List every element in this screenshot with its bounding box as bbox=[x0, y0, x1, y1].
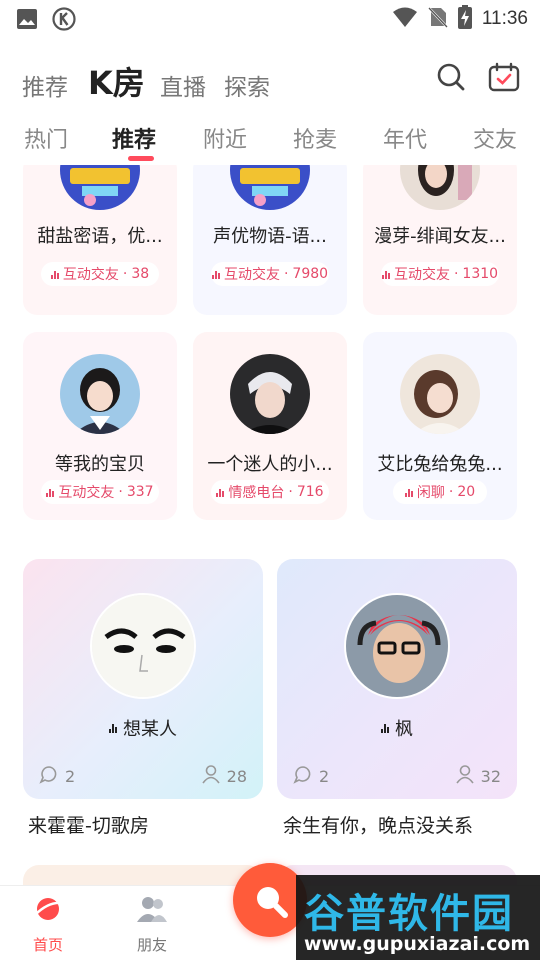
featured-room-title[interactable]: 来霍霍-切歌房 bbox=[28, 811, 149, 838]
planet-icon bbox=[32, 898, 64, 928]
tab-live[interactable]: 直播 bbox=[160, 68, 206, 102]
nav-friends-label: 朋友 bbox=[136, 936, 167, 954]
calendar-check-icon[interactable] bbox=[488, 62, 520, 96]
audio-bars-icon bbox=[404, 487, 413, 497]
room-title: 漫芽-绯闻女友... bbox=[374, 226, 506, 247]
featured-room-title[interactable]: 余生有你，晚点没关系 bbox=[283, 811, 473, 838]
k-app-icon bbox=[52, 7, 76, 35]
room-title: 艾比兔给兔兔... bbox=[377, 454, 503, 475]
subtab-hot[interactable]: 热门 bbox=[24, 122, 68, 154]
featured-room-card[interactable] bbox=[23, 865, 263, 885]
audio-bars-icon bbox=[50, 269, 59, 279]
status-bar: 11:36 bbox=[0, 0, 540, 38]
friends-icon bbox=[135, 897, 169, 928]
host-name: 枫 bbox=[277, 715, 517, 741]
battery-charging-icon bbox=[457, 5, 472, 33]
room-tag: 互动交友 · 1310 bbox=[381, 262, 499, 286]
room-title: 一个迷人的小... bbox=[207, 454, 333, 475]
audio-bars-icon bbox=[46, 487, 55, 497]
host-avatar bbox=[90, 593, 196, 699]
tab-k-room[interactable]: K房 bbox=[88, 58, 145, 104]
comment-count: 2 bbox=[293, 764, 329, 788]
featured-room-card[interactable]: 枫 2 32 bbox=[277, 559, 517, 799]
room-title: 甜盐密语，优... bbox=[37, 226, 163, 247]
comment-count: 2 bbox=[39, 764, 75, 788]
room-avatar bbox=[400, 165, 480, 210]
host-avatar bbox=[344, 593, 450, 699]
person-icon bbox=[201, 764, 221, 788]
nav-friends[interactable]: 朋友 bbox=[122, 894, 182, 955]
no-sim-icon bbox=[427, 6, 448, 32]
room-avatar bbox=[230, 354, 310, 434]
wifi-icon bbox=[392, 6, 418, 32]
room-card[interactable]: 一个迷人的小... 情感电台 · 716 bbox=[193, 332, 347, 520]
featured-room-card[interactable]: 想某人 2 28 bbox=[23, 559, 263, 799]
chat-bubble-icon bbox=[39, 764, 59, 788]
host-name: 想某人 bbox=[23, 715, 263, 741]
room-tag: 互动交友 · 337 bbox=[41, 480, 159, 504]
image-icon bbox=[16, 8, 38, 34]
watermark-title: 谷普软件园 bbox=[304, 891, 514, 937]
audio-bars-icon bbox=[216, 487, 225, 497]
chat-bubble-icon bbox=[293, 764, 313, 788]
subtab-nearby[interactable]: 附近 bbox=[203, 122, 247, 154]
active-tab-indicator bbox=[128, 156, 154, 161]
room-avatar bbox=[60, 354, 140, 434]
audio-bars-icon bbox=[109, 723, 117, 733]
room-card[interactable]: 等我的宝贝 互动交友 · 337 bbox=[23, 332, 177, 520]
room-tag: 闲聊 · 20 bbox=[393, 480, 487, 504]
sub-tabs: 热门 推荐 附近 抢麦 年代 交友 bbox=[0, 118, 540, 164]
room-avatar bbox=[60, 165, 140, 210]
room-title: 声优物语-语... bbox=[213, 226, 327, 247]
room-tag: 互动交友 · 7980 bbox=[211, 262, 329, 286]
watermark: 谷普软件园 www.gupuxiazai.com bbox=[296, 875, 540, 960]
audio-bars-icon bbox=[381, 269, 390, 279]
person-icon bbox=[455, 764, 475, 788]
nav-home-label: 首页 bbox=[32, 936, 63, 954]
subtab-grab-mic[interactable]: 抢麦 bbox=[293, 122, 337, 154]
room-avatar bbox=[230, 165, 310, 210]
tab-recommend[interactable]: 推荐 bbox=[22, 68, 68, 102]
room-card[interactable]: 漫芽-绯闻女友... 互动交友 · 1310 bbox=[363, 165, 517, 315]
room-title: 等我的宝贝 bbox=[55, 454, 145, 475]
audio-bars-icon bbox=[381, 723, 389, 733]
room-card[interactable]: 声优物语-语... 互动交友 · 7980 bbox=[193, 165, 347, 315]
subtab-friends[interactable]: 交友 bbox=[473, 122, 517, 154]
watermark-url: www.gupuxiazai.com bbox=[304, 933, 531, 955]
room-tag: 情感电台 · 716 bbox=[211, 480, 329, 504]
clock: 11:36 bbox=[481, 8, 528, 29]
room-card[interactable]: 艾比兔给兔兔... 闲聊 · 20 bbox=[363, 332, 517, 520]
listener-count: 32 bbox=[455, 764, 501, 788]
search-icon[interactable] bbox=[436, 62, 466, 96]
room-tag: 互动交友 · 38 bbox=[41, 262, 159, 286]
room-card[interactable]: 甜盐密语，优... 互动交友 · 38 bbox=[23, 165, 177, 315]
room-feed[interactable]: 甜盐密语，优... 互动交友 · 38 声优物语-语... 互动交友 · 7980 漫芽… bbox=[0, 165, 540, 885]
room-avatar bbox=[400, 354, 480, 434]
nav-home[interactable]: 首页 bbox=[18, 894, 78, 955]
audio-bars-icon bbox=[211, 269, 220, 279]
subtab-recommend[interactable]: 推荐 bbox=[112, 122, 156, 154]
tab-explore[interactable]: 探索 bbox=[224, 68, 270, 102]
search-icon bbox=[251, 881, 291, 925]
listener-count: 28 bbox=[201, 764, 247, 788]
top-nav: 推荐 K房 直播 探索 bbox=[22, 58, 520, 108]
subtab-era[interactable]: 年代 bbox=[383, 122, 427, 154]
